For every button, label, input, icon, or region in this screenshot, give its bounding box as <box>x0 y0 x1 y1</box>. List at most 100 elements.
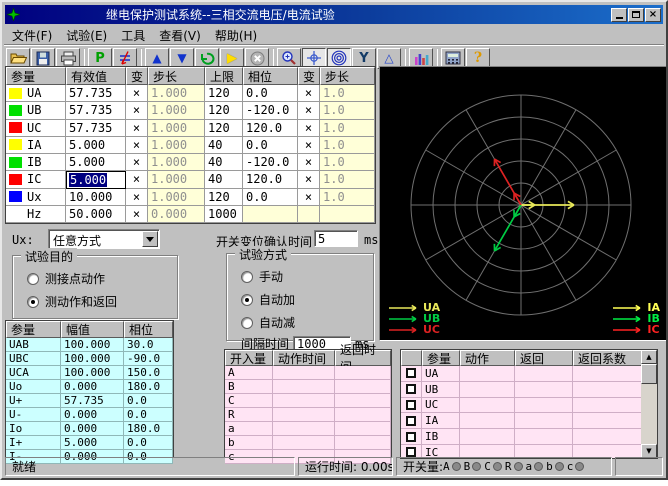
test-mode-title: 试验方式 <box>235 246 291 263</box>
cell-Hz-phase[interactable] <box>243 206 298 223</box>
cell-Ux-step1[interactable]: 1.000 <box>148 189 205 206</box>
result-checkbox-cell-IB[interactable] <box>401 429 422 445</box>
cell-UA-vary2[interactable]: × <box>298 85 320 102</box>
cell-UC-phase[interactable]: 120.0 <box>243 120 298 137</box>
cell-IB-vary1[interactable]: × <box>126 154 148 171</box>
cell-UA-limit[interactable]: 120 <box>205 85 243 102</box>
cell-IB-vary2[interactable]: × <box>298 154 320 171</box>
cell-IC-step1[interactable]: 1.000 <box>148 171 205 188</box>
test-purpose-option-contact-action[interactable]: 测接点动作 <box>27 270 177 287</box>
minimize-button[interactable] <box>611 8 627 22</box>
cell-Ux-value[interactable]: 10.000 <box>66 189 126 206</box>
ux-mode-select[interactable]: 任意方式 <box>48 229 160 249</box>
cell-IA-value[interactable]: 5.000 <box>66 137 126 154</box>
scroll-down-button[interactable]: ▼ <box>641 444 657 458</box>
checkbox-IB[interactable] <box>406 432 416 442</box>
result-checkbox-cell-IA[interactable] <box>401 413 422 429</box>
cell-UC-step2[interactable]: 1.0 <box>320 120 375 137</box>
cell-UB-limit[interactable]: 120 <box>205 102 243 119</box>
cell-UB-phase[interactable]: -120.0 <box>243 102 298 119</box>
cell-IB-phase[interactable]: -120.0 <box>243 154 298 171</box>
scroll-up-button[interactable]: ▲ <box>641 350 657 364</box>
checkbox-IA[interactable] <box>406 416 416 426</box>
cell-IA-step1[interactable]: 1.000 <box>148 137 205 154</box>
main-table-header-7: 步长 <box>320 67 375 85</box>
cell-Ux-phase[interactable]: 0.0 <box>243 189 298 206</box>
test-purpose-option-action-and-return[interactable]: 测动作和返回 <box>27 293 177 310</box>
radio-manual[interactable] <box>241 271 253 283</box>
cell-UC-limit[interactable]: 120 <box>205 120 243 137</box>
derived-phase-I+: 0.0 <box>124 436 173 450</box>
confirm-time-input[interactable] <box>314 230 358 247</box>
cell-UA-step2[interactable]: 1.0 <box>320 85 375 102</box>
menu-item-file[interactable]: 文件(F) <box>6 26 60 43</box>
cell-IA-limit[interactable]: 40 <box>205 137 243 154</box>
checkbox-UA[interactable] <box>406 368 416 378</box>
cell-UB-value[interactable]: 57.735 <box>66 102 126 119</box>
minimize-icon <box>616 17 623 19</box>
derived-phase-UAB: 30.0 <box>124 338 173 352</box>
cell-UB-vary1[interactable]: × <box>126 102 148 119</box>
close-icon: × <box>649 9 657 20</box>
close-button[interactable]: × <box>645 8 661 22</box>
cell-Ux-limit[interactable]: 120 <box>205 189 243 206</box>
cell-UA-value[interactable]: 57.735 <box>66 85 126 102</box>
menu-item-test[interactable]: 试验(E) <box>60 26 115 43</box>
cell-IC-vary2[interactable]: × <box>298 171 320 188</box>
radio-auto-increase[interactable] <box>241 294 253 306</box>
test-mode-option-auto-decrease[interactable]: 自动减 <box>241 314 373 331</box>
scroll-thumb[interactable] <box>641 364 657 384</box>
cell-IB-value[interactable]: 5.000 <box>66 154 126 171</box>
radio-contact-action[interactable] <box>27 273 39 285</box>
radio-action-and-return[interactable] <box>27 296 39 308</box>
cell-UC-vary2[interactable]: × <box>298 120 320 137</box>
result-checkbox-cell-UA[interactable] <box>401 366 422 382</box>
checkbox-IC[interactable] <box>406 447 416 457</box>
cell-UA-step1[interactable]: 1.000 <box>148 85 205 102</box>
cell-Hz-limit[interactable]: 1000 <box>205 206 243 223</box>
checkbox-UB[interactable] <box>406 384 416 394</box>
cell-Hz-value[interactable]: 50.000 <box>66 206 126 223</box>
result-checkbox-cell-UB[interactable] <box>401 382 422 398</box>
cell-IC-phase[interactable]: 120.0 <box>243 171 298 188</box>
cell-Ux-vary1[interactable]: × <box>126 189 148 206</box>
cell-UA-vary1[interactable]: × <box>126 85 148 102</box>
test-mode-option-auto-increase[interactable]: 自动加 <box>241 291 373 308</box>
result-checkbox-cell-UC[interactable] <box>401 398 422 414</box>
cell-IA-vary2[interactable]: × <box>298 137 320 154</box>
cell-IA-phase[interactable]: 0.0 <box>243 137 298 154</box>
cell-IB-step2[interactable]: 1.0 <box>320 154 375 171</box>
cell-UB-step1[interactable]: 1.000 <box>148 102 205 119</box>
switch-state-panel: 开关量:ABCRabc <box>396 457 612 476</box>
cell-Hz-step2[interactable] <box>320 206 375 223</box>
cell-Ux-step2[interactable]: 1.0 <box>320 189 375 206</box>
cell-IB-step1[interactable]: 1.000 <box>148 154 205 171</box>
cell-Hz-step1[interactable]: 0.000 <box>148 206 205 223</box>
menu-item-help[interactable]: 帮助(H) <box>209 26 265 43</box>
ux-dropdown-button[interactable] <box>142 231 158 247</box>
cell-Hz-vary2[interactable] <box>298 206 320 223</box>
maximize-button[interactable] <box>628 8 644 22</box>
cell-IC-value[interactable]: 5.000 <box>66 171 126 188</box>
cell-UB-step2[interactable]: 1.0 <box>320 102 375 119</box>
cell-UB-vary2[interactable]: × <box>298 102 320 119</box>
cell-IA-step2[interactable]: 1.0 <box>320 137 375 154</box>
cell-UC-vary1[interactable]: × <box>126 120 148 137</box>
cell-IC-limit[interactable]: 40 <box>205 171 243 188</box>
menu-item-tools[interactable]: 工具 <box>115 26 153 43</box>
checkbox-UC[interactable] <box>406 400 416 410</box>
menu-item-view[interactable]: 查看(V) <box>153 26 209 43</box>
cell-Ux-vary2[interactable]: × <box>298 189 320 206</box>
derived-header-1: 幅值 <box>61 321 124 338</box>
result-scrollbar[interactable]: ▲ ▼ <box>641 350 657 458</box>
cell-IA-vary1[interactable]: × <box>126 137 148 154</box>
cell-IC-step2[interactable]: 1.0 <box>320 171 375 188</box>
cell-UC-value[interactable]: 57.735 <box>66 120 126 137</box>
cell-IC-vary1[interactable]: × <box>126 171 148 188</box>
cell-UA-phase[interactable]: 0.0 <box>243 85 298 102</box>
radio-auto-decrease[interactable] <box>241 317 253 329</box>
cell-IB-limit[interactable]: 40 <box>205 154 243 171</box>
cell-UC-step1[interactable]: 1.000 <box>148 120 205 137</box>
test-mode-option-manual[interactable]: 手动 <box>241 268 373 285</box>
cell-Hz-vary1[interactable]: × <box>126 206 148 223</box>
